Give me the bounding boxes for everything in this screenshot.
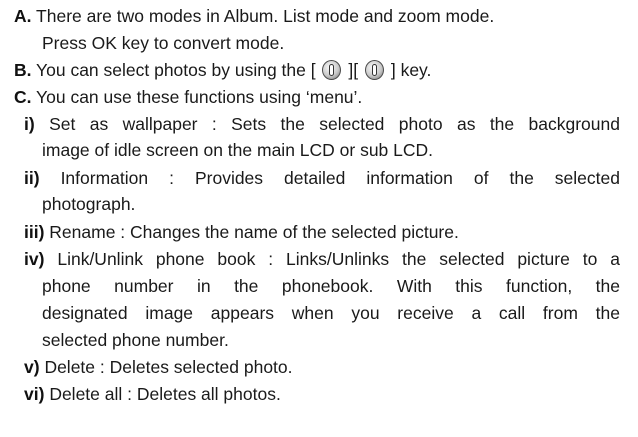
subitem-vi-marker: vi) xyxy=(24,384,45,404)
subitem-ii: ii) Information : Provides detailed info… xyxy=(24,166,620,192)
subitem-ii-marker: ii) xyxy=(24,168,40,188)
subitem-i: i) Set as wallpaper : Sets the selected … xyxy=(24,112,620,138)
item-c-text: You can use these functions using ‘menu’… xyxy=(36,87,363,107)
subitem-iv-continuation-1: phone number in the phonebook. With this… xyxy=(42,276,620,296)
item-b-text-mid: ][ xyxy=(348,60,359,80)
subitem-iv-continuation-2: designated image appears when you receiv… xyxy=(42,303,620,323)
navigation-key-up-down-icon xyxy=(322,60,342,80)
subitem-iv: iv) Link/Unlink phone book : Links/Unlin… xyxy=(24,247,620,273)
subitem-iii-marker: iii) xyxy=(24,222,45,242)
item-a-text: There are two modes in Album. List mode … xyxy=(36,6,495,26)
subitem-vi-text: Delete all : Deletes all photos. xyxy=(49,384,281,404)
subitem-iii-text: Rename : Changes the name of the selecte… xyxy=(49,222,459,242)
item-b-text-before: You can select photos by using the [ xyxy=(36,60,316,80)
subitem-iv-text: Link/Unlink phone book : Links/Unlinks t… xyxy=(57,249,620,269)
subitem-v: v) Delete : Deletes selected photo. xyxy=(24,355,293,381)
subitem-i-marker: i) xyxy=(24,114,35,134)
item-b-marker: B. xyxy=(14,60,32,80)
subitem-vi: vi) Delete all : Deletes all photos. xyxy=(24,382,281,408)
subitem-ii-text: Information : Provides detailed informat… xyxy=(60,168,620,188)
subitem-i-continuation: image of idle screen on the main LCD or … xyxy=(42,140,434,160)
subitem-iv-marker: iv) xyxy=(24,249,45,269)
item-b-text-after: ] key. xyxy=(390,60,432,80)
subitem-v-text: Delete : Deletes selected photo. xyxy=(44,357,293,377)
subitem-v-marker: v) xyxy=(24,357,40,377)
item-a-marker: A. xyxy=(14,6,32,26)
item-c: C. You can use these functions using ‘me… xyxy=(14,85,362,111)
item-a-continuation: Press OK key to convert mode. xyxy=(42,33,285,53)
item-b: B. You can select photos by using the [ … xyxy=(14,58,431,84)
manual-page: A. There are two modes in Album. List mo… xyxy=(0,0,638,437)
navigation-key-up-down-icon xyxy=(364,60,384,80)
item-c-marker: C. xyxy=(14,87,32,107)
subitem-ii-continuation: photograph. xyxy=(42,194,136,214)
item-a: A. There are two modes in Album. List mo… xyxy=(14,4,494,30)
subitem-iii: iii) Rename : Changes the name of the se… xyxy=(24,220,459,246)
subitem-iv-continuation-3: selected phone number. xyxy=(42,330,229,350)
subitem-i-text: Set as wallpaper : Sets the selected pho… xyxy=(49,114,620,134)
